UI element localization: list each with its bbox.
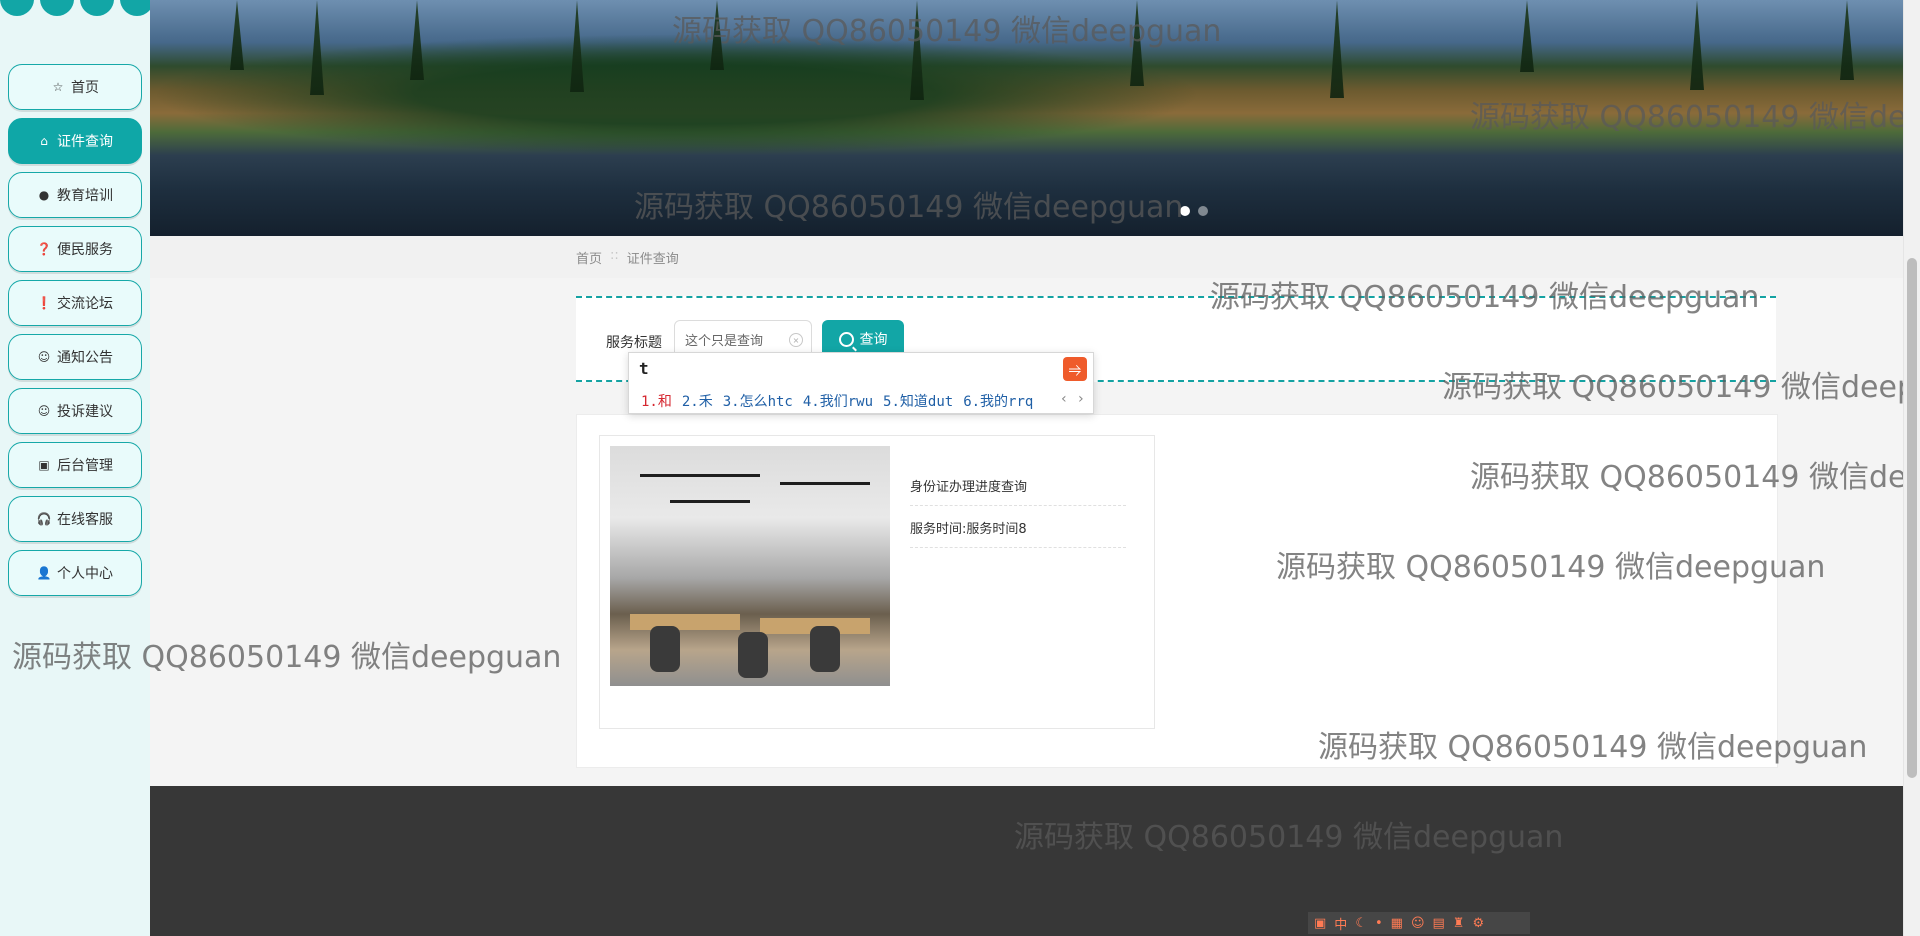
ime-candidate[interactable]: 3.怎么htc [723,391,793,411]
breadcrumb-home[interactable]: 首页 [576,248,602,267]
watermark: 源码获取 QQ86050149 微信deepguan [1276,550,1826,585]
decor-dot [120,0,154,16]
info-icon: ● [38,188,50,202]
watermark: 源码获取 QQ86050149 微信deepg [1442,370,1920,405]
sidebar-item-label: 个人中心 [57,566,113,582]
search-icon [838,331,854,347]
breadcrumb: 首页 :: 证件查询 [576,248,679,267]
ime-page-arrows[interactable]: ‹ › [1060,391,1085,407]
carousel-dot[interactable] [1198,206,1208,216]
carousel-indicators [1180,206,1208,216]
sidebar-item-label: 便民服务 [57,242,113,258]
sidebar-item-label: 后台管理 [57,458,113,474]
watermark: 源码获取 QQ86050149 微信deepguan [12,640,562,675]
ime-toolbar-logo-icon[interactable]: ▣ [1314,916,1326,931]
watermark: 源码获取 QQ86050149 微信deepguan [672,14,1222,49]
breadcrumb-current: 证件查询 [626,252,679,267]
ime-toolbar-user-icon[interactable]: ☺ [1411,916,1425,931]
watermark: 源码获取 QQ86050149 微信deep [1470,460,1920,495]
decor-dot [40,0,74,16]
ime-candidate[interactable]: 4.我们rwu [803,391,873,411]
sidebar: ☆ 首页 ⌂ 证件查询 ● 教育培训 ❓ 便民服务 ❗ 交流论坛 ☺ 通知公告 … [0,0,154,936]
sidebar-item-label: 交流论坛 [57,296,113,312]
smile-icon: ☺ [37,350,51,364]
sidebar-item-label: 通知公告 [57,350,113,366]
ime-toolbar-keyboard-icon[interactable]: ▦ [1391,916,1403,931]
sidebar-item-label: 教育培训 [57,188,113,204]
ime-toolbar-grid-icon[interactable]: ▤ [1433,916,1445,931]
ime-logo-icon: ⥤ [1063,357,1087,381]
sidebar-item-label: 在线客服 [57,512,113,528]
sidebar-item-education[interactable]: ● 教育培训 [8,172,142,218]
exclamation-icon: ❗ [36,296,52,310]
ime-candidates: 1.和 2.禾 3.怎么htc 4.我们rwu 5.知道dut 6.我的rrq [641,391,1033,411]
sidebar-item-services[interactable]: ❓ 便民服务 [8,226,142,272]
card-image[interactable] [610,446,890,686]
question-icon: ❓ [36,242,52,256]
breadcrumb-separator: :: [610,248,619,263]
scrollbar[interactable] [1903,0,1920,936]
scrollbar-thumb[interactable] [1907,258,1917,778]
watermark: 源码获取 QQ86050149 微信deepguan [1014,820,1564,855]
sidebar-item-complaints[interactable]: ☺ 投诉建议 [8,388,142,434]
clear-icon[interactable]: × [789,333,803,347]
sidebar-item-notices[interactable]: ☺ 通知公告 [8,334,142,380]
search-input-value: 这个只是查询 [685,333,764,349]
watermark: 源码获取 QQ86050149 微信deepguan [634,190,1184,225]
search-button-label: 查询 [859,332,888,348]
decor-dot [80,0,114,16]
card-service-time: 服务时间:服务时间8 [910,518,1126,548]
watermark: 源码获取 QQ86050149 微信deepguan [1210,280,1760,315]
sidebar-item-label: 首页 [71,80,99,96]
sidebar-item-home[interactable]: ☆ 首页 [8,64,142,110]
briefcase-icon: ▣ [38,458,50,472]
sidebar-item-admin[interactable]: ▣ 后台管理 [8,442,142,488]
ime-toolbar-mode-icon[interactable]: 中 [1334,914,1347,933]
ime-toolbar: ▣ 中 ☾ • ▦ ☺ ▤ ♜ ⚙ [1308,912,1530,934]
decor-dot [0,0,34,16]
ime-candidate[interactable]: 5.知道dut [883,391,953,411]
ime-candidate-window: t ⥤ 1.和 2.禾 3.怎么htc 4.我们rwu 5.知道dut 6.我的… [628,352,1094,414]
sidebar-item-support[interactable]: 🎧 在线客服 [8,496,142,542]
ime-toolbar-moon-icon[interactable]: ☾ [1355,916,1367,931]
sidebar-item-id-query[interactable]: ⌂ 证件查询 [8,118,142,164]
watermark: 源码获取 QQ86050149 微信deepguan [1318,730,1868,765]
star-icon: ☆ [52,80,64,94]
ime-toolbar-punct-icon[interactable]: • [1375,916,1383,931]
watermark: 源码获取 QQ86050149 微信deep [1470,100,1920,135]
sidebar-item-forum[interactable]: ❗ 交流论坛 [8,280,142,326]
list-item[interactable]: 身份证办理进度查询 服务时间:服务时间8 [599,435,1155,729]
sidebar-decoration [0,0,154,16]
sidebar-item-label: 投诉建议 [57,404,113,420]
lock-icon: ⌂ [40,134,48,148]
headset-icon: 🎧 [36,512,52,526]
search-label: 服务标题 [606,335,662,351]
smile-icon: ☺ [37,404,51,418]
sidebar-item-label: 证件查询 [57,134,113,150]
ime-typed-text: t [639,359,649,378]
user-icon: 👤 [36,566,52,580]
ime-toolbar-skin-icon[interactable]: ♜ [1453,916,1465,931]
ime-candidate[interactable]: 2.禾 [682,391,713,411]
ime-toolbar-gear-icon[interactable]: ⚙ [1472,916,1484,931]
ime-candidate[interactable]: 1.和 [641,391,672,411]
footer [150,786,1904,936]
ime-candidate[interactable]: 6.我的rrq [963,391,1033,411]
sidebar-item-profile[interactable]: 👤 个人中心 [8,550,142,596]
card-title[interactable]: 身份证办理进度查询 [910,476,1126,506]
